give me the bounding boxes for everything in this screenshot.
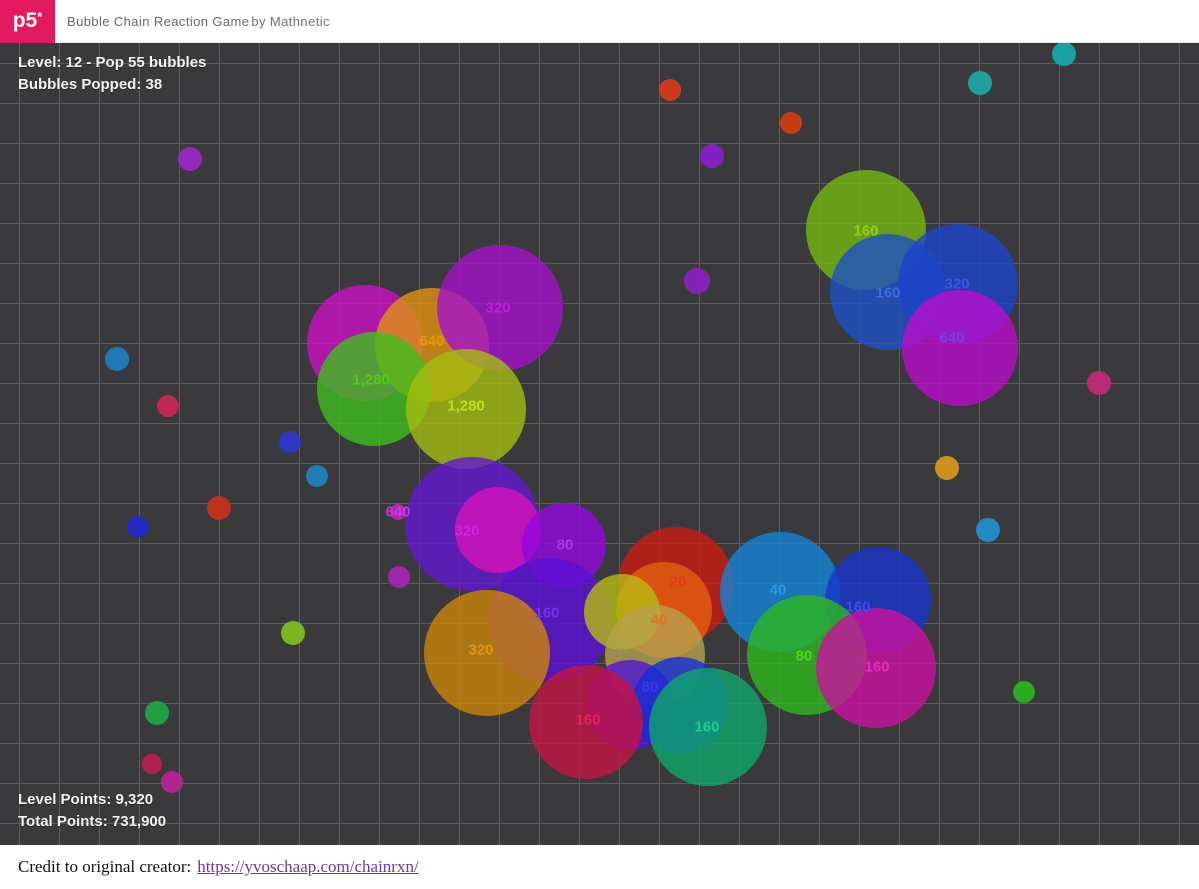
- hud-level-points-line: Level Points: 9,320: [18, 789, 166, 811]
- bubble[interactable]: [816, 608, 936, 728]
- bubble[interactable]: [780, 112, 802, 134]
- bubble[interactable]: [142, 754, 162, 774]
- hud-level-line: Level: 12 - Pop 55 bubbles: [18, 52, 206, 74]
- bubble[interactable]: [406, 349, 526, 469]
- hud-bottom: Level Points: 9,320 Total Points: 731,90…: [18, 789, 166, 833]
- bubble[interactable]: [306, 465, 328, 487]
- page-title: Bubble Chain Reaction Game: [67, 14, 249, 29]
- header-bar: p5* Bubble Chain Reaction Game by Mathne…: [0, 0, 1199, 43]
- bubble[interactable]: [968, 71, 992, 95]
- bubble[interactable]: [700, 144, 724, 168]
- bubble[interactable]: [390, 504, 406, 520]
- credit-link[interactable]: https://yvoschaap.com/chainrxn/: [197, 857, 418, 877]
- bubble-layer: [0, 43, 1199, 845]
- bubble[interactable]: [127, 516, 149, 538]
- credit-footer: Credit to original creator: https://yvos…: [0, 845, 1199, 889]
- bubble[interactable]: [388, 566, 410, 588]
- hud-popped-line: Bubbles Popped: 38: [18, 74, 206, 96]
- page-byline: by Mathnetic: [251, 14, 330, 29]
- credit-text: Credit to original creator:: [18, 857, 191, 877]
- title-wrap: Bubble Chain Reaction Game by Mathnetic: [67, 14, 330, 29]
- bubble[interactable]: [659, 79, 681, 101]
- bubble[interactable]: [1013, 681, 1035, 703]
- bubble[interactable]: [207, 496, 231, 520]
- bubble[interactable]: [424, 590, 550, 716]
- bubble[interactable]: [649, 668, 767, 786]
- bubble[interactable]: [279, 431, 301, 453]
- p5js-logo[interactable]: p5*: [0, 0, 55, 43]
- p5js-logo-text: p5: [13, 9, 38, 33]
- hud-total-points-line: Total Points: 731,900: [18, 811, 166, 833]
- bubble[interactable]: [157, 395, 179, 417]
- bubble[interactable]: [1052, 43, 1076, 66]
- bubble[interactable]: [145, 701, 169, 725]
- bubble[interactable]: [935, 456, 959, 480]
- bubble[interactable]: [281, 621, 305, 645]
- bubble[interactable]: [976, 518, 1000, 542]
- bubble[interactable]: [178, 147, 202, 171]
- bubble[interactable]: [105, 347, 129, 371]
- game-canvas[interactable]: 1601603206406403201,2801,280320801603202…: [0, 43, 1199, 845]
- bubble[interactable]: [684, 268, 710, 294]
- bubble[interactable]: [529, 665, 643, 779]
- bubble[interactable]: [902, 290, 1018, 406]
- bubble[interactable]: [1087, 371, 1111, 395]
- hud-top: Level: 12 - Pop 55 bubbles Bubbles Poppe…: [18, 52, 206, 96]
